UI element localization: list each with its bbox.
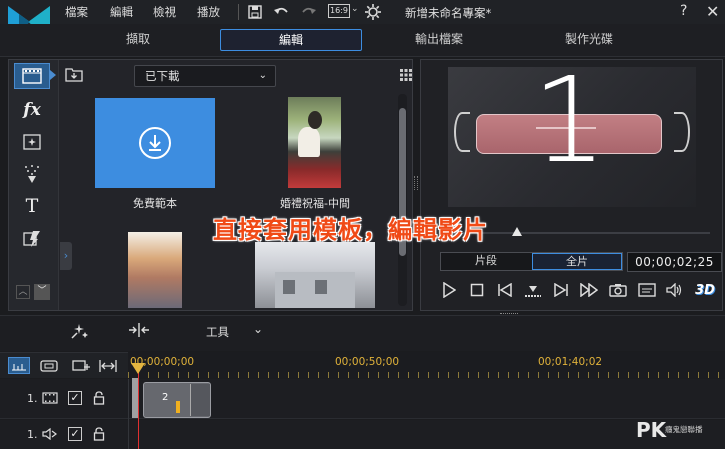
help-icon[interactable]: ? bbox=[680, 3, 687, 19]
lock-icon[interactable] bbox=[93, 427, 107, 442]
lock-icon[interactable] bbox=[93, 391, 107, 406]
audio-track bbox=[0, 420, 725, 449]
audio-track-icon bbox=[42, 427, 58, 441]
particle-room-icon[interactable] bbox=[12, 159, 52, 189]
ruler-time-label: 00;01;40;02 bbox=[538, 356, 603, 368]
seek-slider-handle[interactable] bbox=[512, 227, 522, 236]
save-icon[interactable] bbox=[246, 3, 264, 20]
menu-view[interactable]: 檢視 bbox=[153, 4, 176, 20]
media-room-icon[interactable] bbox=[14, 63, 50, 89]
active-room-pointer bbox=[50, 70, 56, 80]
ornament bbox=[674, 112, 690, 152]
menu-bar bbox=[0, 0, 725, 24]
clip-marker bbox=[176, 401, 180, 413]
video-track-icon bbox=[42, 392, 58, 405]
stop-icon[interactable] bbox=[466, 280, 488, 300]
previous-frame-icon[interactable] bbox=[494, 280, 516, 300]
fast-forward-icon[interactable] bbox=[578, 280, 600, 300]
track-number: 1. bbox=[27, 392, 38, 405]
library-item-label: 婚禮祝福-中間 bbox=[280, 197, 350, 210]
clip-number: 2 bbox=[162, 392, 169, 403]
tab-produce[interactable]: 輸出檔案 bbox=[368, 29, 510, 51]
tab-create-disc[interactable]: 製作光碟 bbox=[518, 29, 660, 51]
track-enable-checkbox[interactable]: ✓ bbox=[68, 427, 82, 441]
chevron-down-icon[interactable]: ⌄ bbox=[253, 322, 263, 336]
timeline-clip[interactable]: 2 bbox=[143, 382, 211, 418]
wedding-template-thumb[interactable] bbox=[288, 97, 341, 188]
timecode-display[interactable]: 00;00;02;25 bbox=[627, 252, 722, 272]
pip-room-icon[interactable] bbox=[12, 127, 52, 157]
chevron-down-icon: ⌄ bbox=[258, 70, 267, 81]
ruler-ticks bbox=[128, 372, 725, 378]
snapshot-icon[interactable] bbox=[607, 280, 629, 300]
clip-handle[interactable] bbox=[190, 384, 210, 416]
track-header-divider bbox=[128, 379, 129, 449]
fit-to-timeline-icon[interactable] bbox=[128, 322, 152, 342]
template-thumb[interactable] bbox=[128, 232, 182, 308]
tab-capture[interactable]: 擷取 bbox=[67, 29, 209, 51]
scroll-down-button[interactable]: ﹀ bbox=[34, 284, 50, 300]
download-icon bbox=[139, 127, 171, 159]
library-filter-value: 已下載 bbox=[145, 69, 180, 83]
scroll-up-button[interactable]: ︿ bbox=[16, 285, 30, 299]
title-room-icon[interactable]: T bbox=[12, 191, 52, 221]
fit-timeline-icon[interactable] bbox=[97, 357, 119, 374]
clip-mode-button[interactable]: 片段 bbox=[441, 253, 531, 270]
gear-icon[interactable] bbox=[364, 3, 382, 20]
transition-room-icon[interactable] bbox=[12, 224, 52, 254]
menu-divider bbox=[238, 4, 239, 20]
volume-icon[interactable] bbox=[664, 280, 686, 300]
countdown-number: 1 bbox=[532, 67, 608, 189]
subtitle-icon[interactable] bbox=[636, 280, 658, 300]
ornament bbox=[454, 112, 470, 152]
expand-panel-button[interactable]: › bbox=[60, 242, 72, 270]
3d-mode-button[interactable]: 3D bbox=[692, 280, 718, 300]
undo-icon[interactable] bbox=[272, 3, 290, 20]
library-item-label: 免費範本 bbox=[133, 197, 177, 210]
tab-edit[interactable]: 編輯 bbox=[220, 29, 362, 51]
library-filter-select[interactable]: 已下載 ⌄ bbox=[134, 65, 276, 87]
timeline-playhead[interactable] bbox=[138, 366, 139, 449]
menu-file[interactable]: 檔案 bbox=[65, 4, 88, 20]
track-enable-checkbox[interactable]: ✓ bbox=[68, 391, 82, 405]
split-clip-icon[interactable] bbox=[522, 280, 544, 300]
redo-icon[interactable] bbox=[300, 3, 318, 20]
timeline-view-icon[interactable] bbox=[8, 357, 30, 374]
aspect-ratio-button[interactable]: 16:9 bbox=[328, 4, 350, 18]
grid-view-icon[interactable] bbox=[400, 69, 413, 82]
movie-mode-button[interactable]: 全片 bbox=[532, 253, 622, 270]
editing-toolbar bbox=[0, 315, 725, 351]
play-icon[interactable] bbox=[438, 280, 460, 300]
playhead-handle[interactable] bbox=[131, 363, 145, 374]
chevron-down-icon[interactable]: ⌄ bbox=[351, 4, 359, 14]
watermark-logo: PK bbox=[636, 418, 667, 442]
close-icon[interactable]: ✕ bbox=[706, 2, 719, 21]
storyboard-view-icon[interactable] bbox=[38, 357, 60, 374]
video-track bbox=[0, 379, 725, 419]
watermark-text: 癮鬼戀聯播 bbox=[665, 425, 703, 434]
tools-menu-label[interactable]: 工具 bbox=[206, 324, 229, 340]
ruler-time-label: 00;00;50;00 bbox=[335, 356, 400, 368]
menu-play[interactable]: 播放 bbox=[197, 4, 220, 20]
template-thumb[interactable] bbox=[255, 242, 375, 308]
import-icon[interactable] bbox=[64, 65, 86, 85]
track-number: 1. bbox=[27, 428, 38, 441]
panel-splitter[interactable] bbox=[414, 176, 418, 190]
next-frame-icon[interactable] bbox=[550, 280, 572, 300]
preview-screen: 1 bbox=[448, 67, 696, 207]
menu-edit[interactable]: 編輯 bbox=[110, 4, 133, 20]
project-title: 新增未命名專案* bbox=[405, 6, 492, 20]
overlay-caption: 直接套用模板，編輯影片 bbox=[213, 216, 488, 244]
fx-room-icon[interactable]: fx bbox=[12, 95, 52, 125]
track-manager-icon[interactable] bbox=[70, 357, 92, 374]
free-template-thumb[interactable] bbox=[95, 98, 215, 188]
magic-tools-icon[interactable] bbox=[70, 322, 92, 342]
